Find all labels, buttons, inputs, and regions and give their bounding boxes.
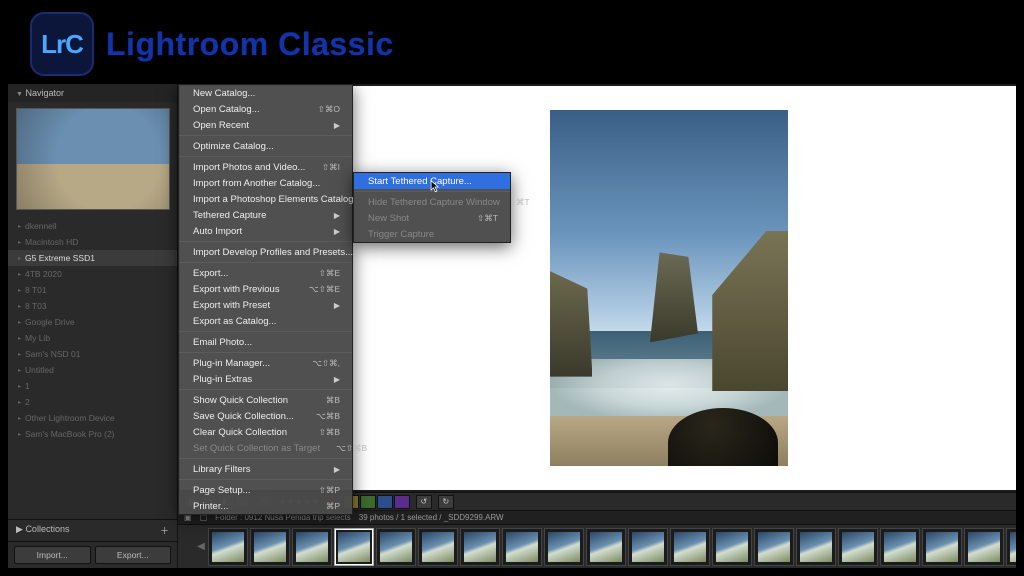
menu-item[interactable]: Export with Previous⌥⇧⌘E bbox=[179, 281, 352, 297]
folder-item[interactable]: ▸My Lib bbox=[8, 330, 177, 346]
filmstrip-thumb[interactable] bbox=[628, 528, 668, 566]
preview-photo bbox=[550, 110, 788, 466]
export-button[interactable]: Export... bbox=[95, 546, 172, 564]
folder-item[interactable]: ▸8 T01 bbox=[8, 282, 177, 298]
navigator-preview[interactable] bbox=[8, 102, 177, 216]
menu-item[interactable]: Page Setup...⇧⌘P bbox=[179, 482, 352, 498]
menu-item[interactable]: Import Photos and Video...⇧⌘I bbox=[179, 159, 352, 175]
filmstrip-thumb[interactable] bbox=[964, 528, 1004, 566]
filmstrip-thumb[interactable] bbox=[208, 528, 248, 566]
menu-item[interactable]: Tethered Capture▶ bbox=[179, 207, 352, 223]
filmstrip-thumb[interactable] bbox=[670, 528, 710, 566]
filmstrip-thumb[interactable] bbox=[1006, 528, 1016, 566]
folder-item[interactable]: ▸G5 Extreme SSD1 bbox=[8, 250, 177, 266]
menu-item[interactable]: Plug-in Manager...⌥⇧⌘, bbox=[179, 355, 352, 371]
filmstrip-thumb[interactable] bbox=[250, 528, 290, 566]
filmstrip-thumb[interactable] bbox=[754, 528, 794, 566]
menu-item[interactable]: Export...⇧⌘E bbox=[179, 265, 352, 281]
color-label-green[interactable] bbox=[360, 495, 376, 509]
menu-item[interactable]: Export as Catalog... bbox=[179, 313, 352, 329]
menu-item[interactable]: Clear Quick Collection⇧⌘B bbox=[179, 424, 352, 440]
navigator-header[interactable]: ▼ Navigator bbox=[8, 84, 177, 102]
collections-header[interactable]: ▶ Collections＋ bbox=[8, 519, 177, 541]
menu-item[interactable]: Open Catalog...⇧⌘O bbox=[179, 101, 352, 117]
menu-item[interactable]: Optimize Catalog... bbox=[179, 138, 352, 154]
filmstrip-thumb[interactable] bbox=[334, 528, 374, 566]
filmstrip-left-arrow[interactable]: ◀ bbox=[196, 541, 206, 552]
filmstrip-thumb[interactable] bbox=[586, 528, 626, 566]
folder-item[interactable]: ▸Untitled bbox=[8, 362, 177, 378]
menu-item: Set Quick Collection as Target⌥⇧⌘B bbox=[179, 440, 352, 456]
folder-list: ▸dkennell▸Macintosh HD▸G5 Extreme SSD1▸4… bbox=[8, 216, 177, 519]
app-name: Lightroom Classic bbox=[106, 26, 394, 63]
filmstrip-thumb[interactable] bbox=[712, 528, 752, 566]
filmstrip[interactable]: ◀ ▶ bbox=[178, 524, 1016, 568]
color-label-purple[interactable] bbox=[394, 495, 410, 509]
menu-item[interactable]: Show Quick Collection⌘B bbox=[179, 392, 352, 408]
filmstrip-thumb[interactable] bbox=[418, 528, 458, 566]
menu-item[interactable]: Open Recent▶ bbox=[179, 117, 352, 133]
filmstrip-thumb[interactable] bbox=[838, 528, 878, 566]
folder-item[interactable]: ▸8 T03 bbox=[8, 298, 177, 314]
submenu-item: Hide Tethered Capture Window⌘T bbox=[354, 194, 510, 210]
menu-item[interactable]: Email Photo... bbox=[179, 334, 352, 350]
menu-item[interactable]: Import Develop Profiles and Presets... bbox=[179, 244, 352, 260]
submenu-item: New Shot⇧⌘T bbox=[354, 210, 510, 226]
folder-item[interactable]: ▸Other Lightroom Device bbox=[8, 410, 177, 426]
folder-item[interactable]: ▸1 bbox=[8, 378, 177, 394]
folder-item[interactable]: ▸4TB 2020 bbox=[8, 266, 177, 282]
menu-item[interactable]: Import from Another Catalog... bbox=[179, 175, 352, 191]
filmstrip-thumb[interactable] bbox=[460, 528, 500, 566]
import-button[interactable]: Import... bbox=[14, 546, 91, 564]
folder-item[interactable]: ▸2 bbox=[8, 394, 177, 410]
folder-item[interactable]: ▸Macintosh HD bbox=[8, 234, 177, 250]
app-window: ▼ Navigator ▸dkennell▸Macintosh HD▸G5 Ex… bbox=[8, 84, 1016, 568]
cursor-icon bbox=[430, 180, 440, 194]
menu-item[interactable]: Save Quick Collection...⌥⌘B bbox=[179, 408, 352, 424]
folder-item[interactable]: ▸dkennell bbox=[8, 218, 177, 234]
filmstrip-thumb[interactable] bbox=[796, 528, 836, 566]
menu-item[interactable]: Printer...⌘P bbox=[179, 498, 352, 514]
color-label-blue[interactable] bbox=[377, 495, 393, 509]
filmstrip-thumb[interactable] bbox=[502, 528, 542, 566]
filmstrip-thumb[interactable] bbox=[544, 528, 584, 566]
photo-count: 39 photos / 1 selected / _SDD9299.ARW bbox=[359, 513, 504, 522]
filmstrip-thumb[interactable] bbox=[292, 528, 332, 566]
menu-item[interactable]: Plug-in Extras▶ bbox=[179, 371, 352, 387]
left-panel: ▼ Navigator ▸dkennell▸Macintosh HD▸G5 Ex… bbox=[8, 84, 178, 568]
rotate-cw-button[interactable]: ↻ bbox=[438, 495, 454, 509]
menu-item[interactable]: Library Filters▶ bbox=[179, 461, 352, 477]
filmstrip-thumb[interactable] bbox=[880, 528, 920, 566]
folder-item[interactable]: ▸Sam's MacBook Pro (2) bbox=[8, 426, 177, 442]
menu-item[interactable]: Import a Photoshop Elements Catalog... bbox=[179, 191, 352, 207]
app-logo: LrC bbox=[30, 12, 94, 76]
menu-item[interactable]: Auto Import▶ bbox=[179, 223, 352, 239]
rotate-ccw-button[interactable]: ↺ bbox=[416, 495, 432, 509]
menu-item[interactable]: Export with Preset▶ bbox=[179, 297, 352, 313]
folder-item[interactable]: ▸Sam's NSD 01 bbox=[8, 346, 177, 362]
file-menu[interactable]: New Catalog...Open Catalog...⇧⌘OOpen Rec… bbox=[178, 84, 353, 515]
submenu-item: Trigger Capture bbox=[354, 226, 510, 242]
filmstrip-thumb[interactable] bbox=[376, 528, 416, 566]
filmstrip-thumb[interactable] bbox=[922, 528, 962, 566]
menu-item[interactable]: New Catalog... bbox=[179, 85, 352, 101]
folder-item[interactable]: ▸Google Drive bbox=[8, 314, 177, 330]
brand-bar: LrC Lightroom Classic bbox=[30, 8, 394, 80]
